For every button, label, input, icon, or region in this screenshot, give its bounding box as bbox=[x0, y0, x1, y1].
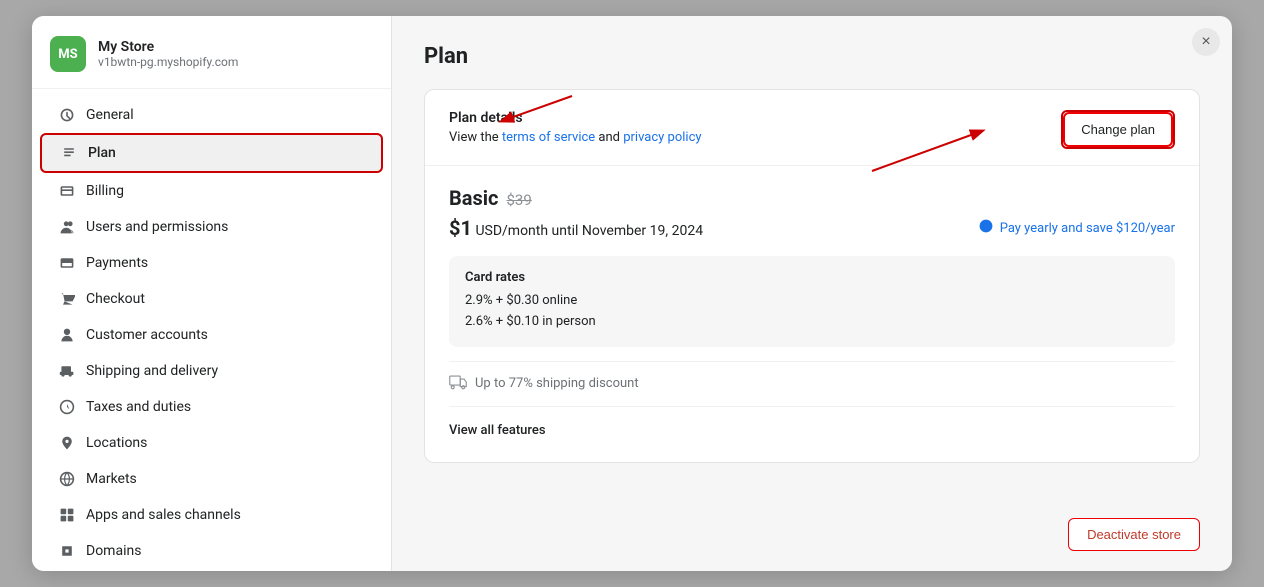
sidebar-item-domains[interactable]: Domains bbox=[40, 533, 383, 569]
shipping-truck-icon bbox=[449, 374, 467, 394]
sidebar-item-customer-events[interactable]: Customer events bbox=[40, 569, 383, 571]
terms-of-service-link[interactable]: terms of service bbox=[502, 130, 595, 145]
domains-icon bbox=[58, 542, 76, 560]
sidebar-item-markets-label: Markets bbox=[86, 471, 137, 487]
deactivate-store-button[interactable]: Deactivate store bbox=[1068, 518, 1200, 551]
store-info: My Store v1bwtn-pg.myshopify.com bbox=[98, 39, 238, 69]
footer-row: Deactivate store bbox=[424, 502, 1200, 551]
plan-header: Plan details View the terms of service a… bbox=[425, 90, 1199, 166]
sidebar-item-customer-accounts[interactable]: Customer accounts bbox=[40, 317, 383, 353]
store-url: v1bwtn-pg.myshopify.com bbox=[98, 55, 238, 69]
pay-yearly-icon bbox=[978, 218, 994, 238]
plan-price: $1 USD/month until November 19, 2024 bbox=[449, 216, 703, 240]
plan-name-row: Basic $39 bbox=[449, 186, 1175, 210]
sidebar-item-locations[interactable]: Locations bbox=[40, 425, 383, 461]
shipping-icon bbox=[58, 362, 76, 380]
sidebar-item-customer-accounts-label: Customer accounts bbox=[86, 327, 208, 343]
store-avatar: MS bbox=[50, 36, 86, 72]
view-all-features-link[interactable]: View all features bbox=[449, 419, 1175, 442]
sidebar-item-shipping[interactable]: Shipping and delivery bbox=[40, 353, 383, 389]
sidebar-item-markets[interactable]: Markets bbox=[40, 461, 383, 497]
sidebar-item-billing-label: Billing bbox=[86, 183, 124, 199]
sidebar-item-general[interactable]: General bbox=[40, 97, 383, 133]
plan-price-amount: $1 bbox=[449, 216, 472, 240]
sidebar-item-taxes[interactable]: Taxes and duties bbox=[40, 389, 383, 425]
sidebar-item-checkout-label: Checkout bbox=[86, 291, 145, 307]
change-plan-btn-wrapper: Change plan bbox=[1061, 110, 1175, 149]
card-rate-online: 2.9% + $0.30 online bbox=[465, 291, 1159, 312]
card-rates-box: Card rates 2.9% + $0.30 online 2.6% + $0… bbox=[449, 256, 1175, 347]
shipping-discount-row: Up to 77% shipping discount bbox=[449, 361, 1175, 407]
sidebar-item-users-label: Users and permissions bbox=[86, 219, 228, 235]
sidebar-item-plan[interactable]: Plan bbox=[40, 133, 383, 173]
sidebar-item-billing[interactable]: Billing bbox=[40, 173, 383, 209]
settings-modal: × MS My Store v1bwtn-pg.myshopify.com Ge… bbox=[32, 16, 1232, 571]
main-content: Plan Plan details View the terms of serv… bbox=[392, 16, 1232, 571]
pay-yearly-link[interactable]: Pay yearly and save $120/year bbox=[978, 218, 1175, 238]
plan-price-unit: USD/month until November 19, 2024 bbox=[475, 223, 703, 239]
sidebar-item-payments-label: Payments bbox=[86, 255, 148, 271]
description-mid: and bbox=[595, 130, 623, 145]
plan-original-price: $39 bbox=[506, 191, 531, 209]
plan-details-title: Plan details bbox=[449, 110, 702, 126]
privacy-policy-link[interactable]: privacy policy bbox=[623, 130, 701, 145]
sidebar-item-payments[interactable]: Payments bbox=[40, 245, 383, 281]
store-name: My Store bbox=[98, 39, 238, 55]
taxes-icon bbox=[58, 398, 76, 416]
users-icon bbox=[58, 218, 76, 236]
pay-yearly-label: Pay yearly and save $120/year bbox=[1000, 221, 1175, 236]
modal-overlay: × MS My Store v1bwtn-pg.myshopify.com Ge… bbox=[0, 0, 1264, 587]
sidebar-item-taxes-label: Taxes and duties bbox=[86, 399, 191, 415]
customer-accounts-icon bbox=[58, 326, 76, 344]
sidebar-item-domains-label: Domains bbox=[86, 543, 141, 559]
sidebar-item-general-label: General bbox=[86, 107, 134, 123]
checkout-icon bbox=[58, 290, 76, 308]
plan-details-sub: View the terms of service and privacy po… bbox=[449, 130, 702, 145]
page-title: Plan bbox=[424, 44, 1200, 69]
close-button[interactable]: × bbox=[1192, 28, 1220, 56]
description-prefix: View the bbox=[449, 130, 502, 145]
plan-icon bbox=[60, 144, 78, 162]
plan-card: Plan details View the terms of service a… bbox=[424, 89, 1200, 463]
sidebar-item-plan-label: Plan bbox=[88, 145, 116, 161]
payments-icon bbox=[58, 254, 76, 272]
sidebar-item-apps-label: Apps and sales channels bbox=[86, 507, 241, 523]
change-plan-button[interactable]: Change plan bbox=[1063, 112, 1173, 147]
nav-list: General Plan Billing bbox=[32, 89, 391, 571]
store-header: MS My Store v1bwtn-pg.myshopify.com bbox=[32, 16, 391, 89]
plan-details-info: Plan details View the terms of service a… bbox=[449, 110, 702, 145]
apps-icon bbox=[58, 506, 76, 524]
general-icon bbox=[58, 106, 76, 124]
sidebar-item-shipping-label: Shipping and delivery bbox=[86, 363, 218, 379]
sidebar: MS My Store v1bwtn-pg.myshopify.com Gene… bbox=[32, 16, 392, 571]
sidebar-item-locations-label: Locations bbox=[86, 435, 147, 451]
card-rate-inperson: 2.6% + $0.10 in person bbox=[465, 312, 1159, 333]
sidebar-item-checkout[interactable]: Checkout bbox=[40, 281, 383, 317]
shipping-discount-text: Up to 77% shipping discount bbox=[475, 376, 639, 391]
plan-body: Basic $39 $1 USD/month until November 19… bbox=[425, 166, 1199, 462]
plan-name: Basic bbox=[449, 186, 498, 210]
sidebar-item-users[interactable]: Users and permissions bbox=[40, 209, 383, 245]
billing-icon bbox=[58, 182, 76, 200]
locations-icon bbox=[58, 434, 76, 452]
sidebar-item-apps[interactable]: Apps and sales channels bbox=[40, 497, 383, 533]
markets-icon bbox=[58, 470, 76, 488]
plan-price-row: $1 USD/month until November 19, 2024 Pay… bbox=[449, 216, 1175, 240]
card-rates-title: Card rates bbox=[465, 270, 1159, 285]
